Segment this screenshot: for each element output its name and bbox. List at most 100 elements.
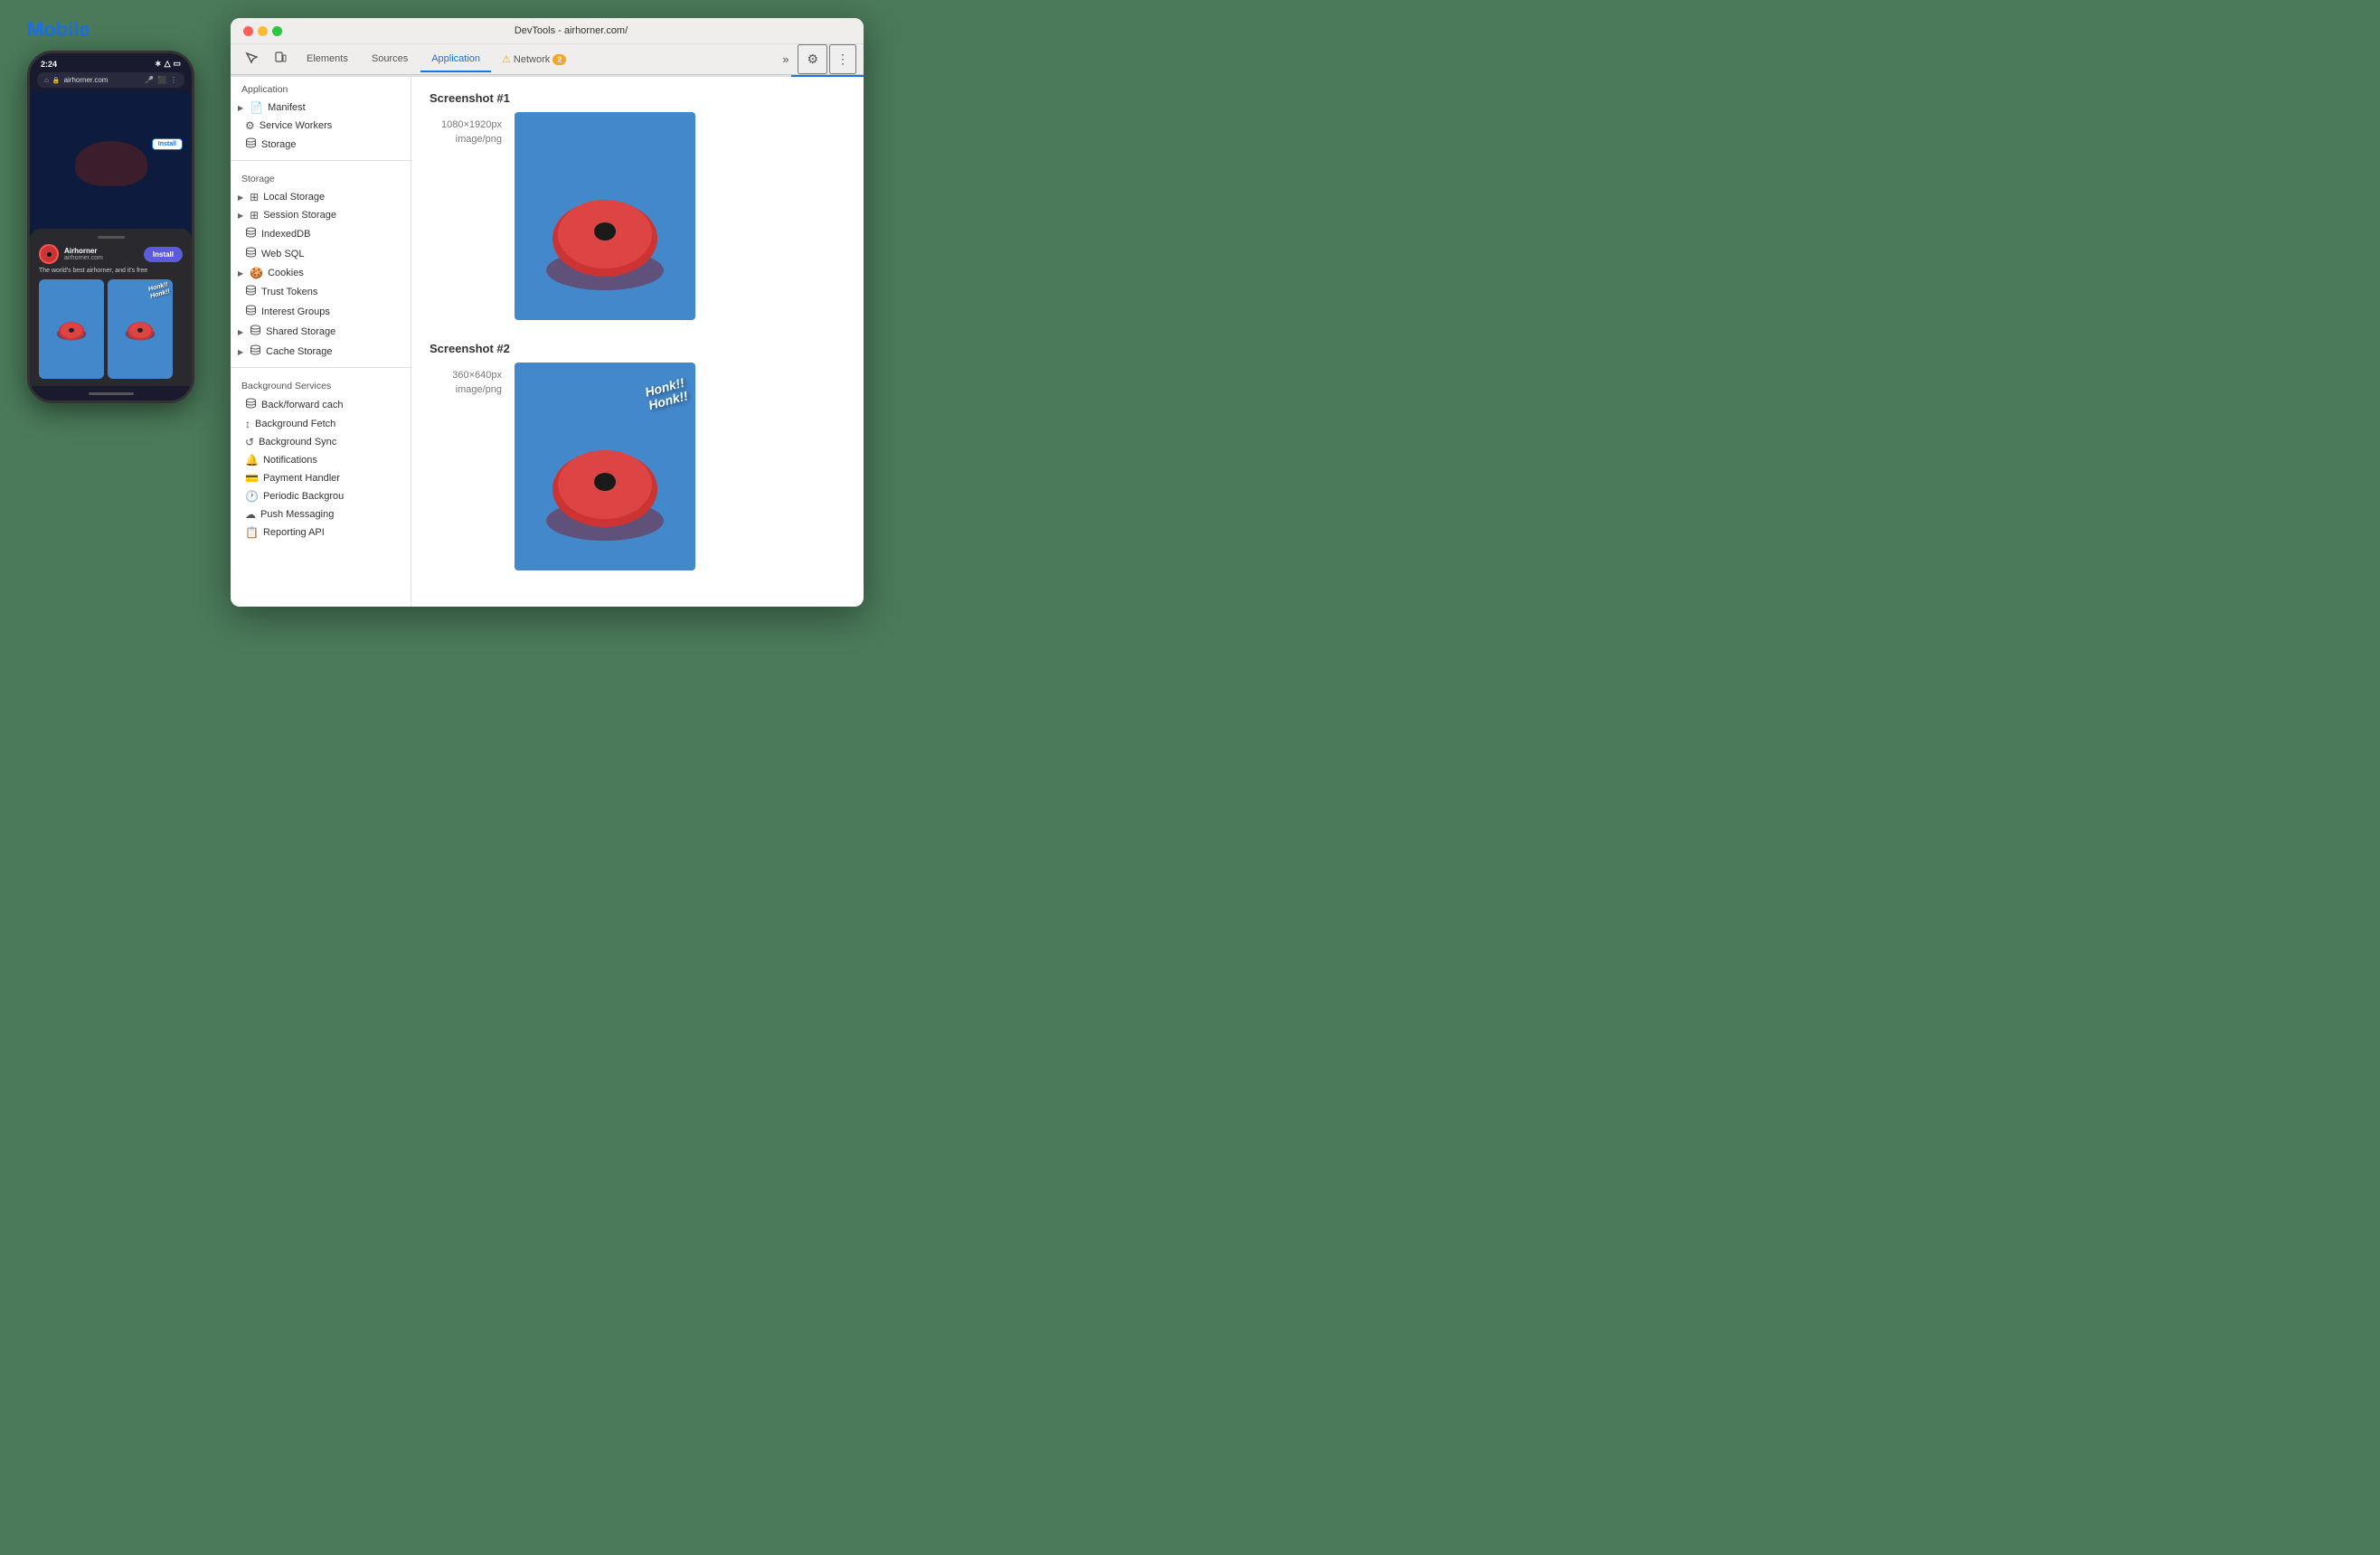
storage-svg [245,137,257,149]
inspect-icon[interactable] [238,46,265,72]
warning-badge: 2 [552,54,566,65]
session-storage-icon: ⊞ [250,209,259,221]
storage-label: Storage [261,139,297,150]
mic-icon: 🎤 [145,76,154,84]
service-workers-label: Service Workers [260,120,332,131]
screenshot-2-display: 360×640px image/png [430,363,845,570]
web-sql-icon [245,247,257,261]
local-storage-arrow: ▶ [238,193,243,202]
db-svg-6 [250,344,261,356]
db-svg-4 [245,305,257,316]
bluetooth-icon: ∗ [155,59,162,69]
sidebar-item-cookies[interactable]: ▶ 🍪 Cookies [231,264,411,282]
more-options-button[interactable]: ⋮ [829,44,856,74]
tab-network[interactable]: ⚠ Network 2 [493,47,575,71]
periodic-bg-icon: 🕐 [245,490,259,503]
sidebar-item-indexeddb[interactable]: IndexedDB [231,224,411,244]
arrow-icon: ▶ [238,104,243,112]
devtools-titlebar: DevTools - airhorner.com/ [231,18,864,44]
maximize-button[interactable] [272,26,282,36]
wifi-icon: △ [165,59,171,69]
horn-silhouette [75,141,147,186]
window-title: DevTools - airhorner.com/ [291,25,851,36]
phone-screenshot-2: Honk!!Honk!! [108,279,173,379]
url-text: airhorner.com [64,76,109,84]
cookies-arrow: ▶ [238,269,243,278]
device-icon[interactable] [267,46,294,72]
sidebar-item-web-sql[interactable]: Web SQL [231,244,411,264]
tab-application[interactable]: Application [420,47,491,72]
shared-storage-arrow: ▶ [238,328,243,336]
devtools-sidebar: Application ▶ 📄 Manifest ⚙ Service Worke… [231,77,411,607]
more-tabs-button[interactable]: » [775,47,796,71]
app-description: The world's best airhorner, and it's fre… [39,268,183,274]
screenshot-2-title: Screenshot #2 [430,342,845,355]
phone-home-indicator [30,386,192,401]
storage-icon [245,137,257,152]
tab-elements[interactable]: Elements [296,47,359,72]
back-forward-icon [245,398,257,412]
sidebar-item-reporting-api[interactable]: 📋 Reporting API [231,523,411,542]
db-svg-3 [245,285,257,297]
sidebar-item-periodic-background[interactable]: 🕐 Periodic Backgrou [231,487,411,505]
shared-storage-icon [250,325,261,339]
sidebar-item-session-storage[interactable]: ▶ ⊞ Session Storage [231,206,411,224]
close-button[interactable] [243,26,253,36]
settings-button[interactable]: ⚙ [798,44,827,74]
sidebar-item-service-workers[interactable]: ⚙ Service Workers [231,117,411,135]
trust-tokens-icon [245,285,257,299]
sidebar-item-storage[interactable]: Storage [231,135,411,155]
minimize-button[interactable] [258,26,268,36]
background-fetch-icon: ↕ [245,418,250,430]
phone-screenshot-1 [39,279,104,379]
bottom-sheet: Airhorner airhorner.com Install The worl… [30,229,192,386]
horn-svg-1 [52,316,90,342]
sidebar-item-shared-storage[interactable]: ▶ Shared Storage [231,322,411,342]
screenshot-1-dimensions: 1080×1920px [430,119,502,130]
screenshot-2-mime: image/png [430,384,502,395]
screenshot-2-image: Honk!!Honk!! [515,363,695,570]
manifest-icon: 📄 [250,101,263,114]
install-button-top[interactable]: Install [152,138,183,150]
sidebar-item-manifest[interactable]: ▶ 📄 Manifest [231,99,411,117]
app-info: Airhorner airhorner.com [64,247,138,261]
sidebar-item-back-forward[interactable]: Back/forward cach [231,395,411,415]
battery-icon: ▭ [173,59,181,69]
sidebar-item-interest-groups[interactable]: Interest Groups [231,302,411,322]
devtools-body: Application ▶ 📄 Manifest ⚙ Service Worke… [231,77,864,607]
warning-triangle-icon: ⚠ [502,53,511,65]
sidebar-item-notifications[interactable]: 🔔 Notifications [231,451,411,469]
phone-status-bar: 2:24 ∗ △ ▭ [30,53,192,72]
active-tab-indicator [791,75,864,77]
screenshot-2-meta: 360×640px image/png [430,363,502,395]
indexeddb-icon [245,227,257,241]
db-svg-7 [245,398,257,410]
tab-sources[interactable]: Sources [361,47,419,72]
devtools-window: DevTools - airhorner.com/ Elements Sourc… [231,18,864,607]
sidebar-section-bg-services: Background Services [231,373,411,395]
sidebar-item-background-fetch[interactable]: ↕ Background Fetch [231,415,411,433]
sidebar-divider-2 [231,367,411,368]
screenshots-row: Honk!!Honk!! [39,279,183,379]
sidebar-item-local-storage[interactable]: ▶ ⊞ Local Storage [231,188,411,206]
cookies-icon: 🍪 [250,267,263,279]
manifest-label: Manifest [268,102,306,113]
sidebar-item-trust-tokens[interactable]: Trust Tokens [231,282,411,302]
screenshot-1-svg [524,121,686,311]
sidebar-item-background-sync[interactable]: ↺ Background Sync [231,433,411,451]
db-svg-5 [250,325,261,336]
sidebar-item-push-messaging[interactable]: ☁ Push Messaging [231,505,411,523]
app-domain: airhorner.com [64,255,138,261]
screenshot-1-image [515,112,695,320]
app-icon [39,244,59,264]
reporting-api-icon: 📋 [245,526,259,539]
device-svg [274,52,287,64]
sidebar-item-payment-handler[interactable]: 💳 Payment Handler [231,469,411,487]
service-workers-icon: ⚙ [245,119,255,132]
devtools-tabbar: Elements Sources Application ⚠ Network 2… [231,44,864,75]
sidebar-item-cache-storage[interactable]: ▶ Cache Storage [231,342,411,362]
phone-url-bar[interactable]: ⌂ 🔒 airhorner.com 🎤 ⬛ ⋮ [37,72,184,88]
session-storage-arrow: ▶ [238,212,243,220]
screenshot-section-2: Screenshot #2 360×640px image/png [430,342,845,570]
install-button-sheet[interactable]: Install [144,247,183,262]
